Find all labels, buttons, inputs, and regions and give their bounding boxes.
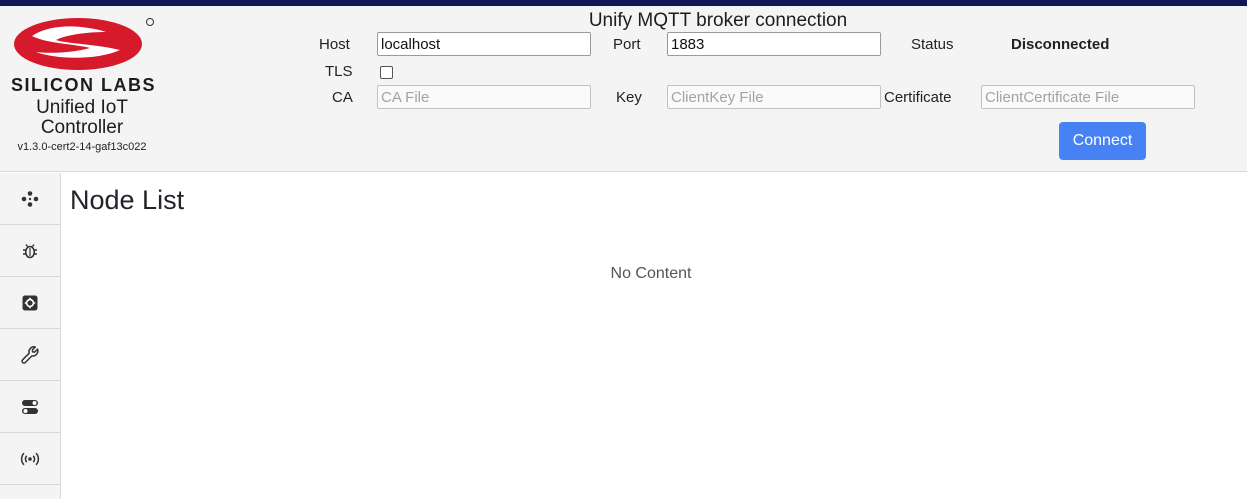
empty-state-text: No Content [610, 265, 692, 282]
tls-label: TLS [325, 63, 353, 80]
header: SILICON LABS Unified IoT Controller v1.3… [0, 6, 1247, 172]
sidebar-item-debug[interactable] [0, 225, 60, 277]
host-label: Host [319, 36, 350, 53]
port-input[interactable] [667, 32, 881, 56]
tls-checkbox[interactable] [380, 66, 393, 79]
wrench-icon [21, 345, 39, 364]
sidebar-item-broadcast[interactable] [0, 433, 60, 485]
sidebar-item-tools[interactable] [0, 329, 60, 381]
logo-text: SILICON LABS [11, 75, 156, 95]
status-label: Status [911, 36, 954, 53]
status-value: Disconnected [1011, 36, 1110, 53]
key-file-input[interactable] [667, 85, 881, 109]
sidebar-item-settings[interactable] [0, 277, 60, 329]
certificate-file-input[interactable] [981, 85, 1195, 109]
app-name: Unified IoT Controller [0, 98, 164, 138]
ca-label: CA [332, 89, 353, 106]
port-label: Port [613, 36, 641, 53]
app-version: v1.3.0-cert2-14-gaf13c022 [17, 141, 147, 153]
main-content: Node List No Content [61, 173, 1247, 499]
key-label: Key [616, 89, 642, 106]
silicon-labs-logo: SILICON LABS [11, 18, 156, 95]
network-nodes-icon [21, 190, 39, 207]
ca-file-input[interactable] [377, 85, 591, 109]
settings-gear-icon [22, 295, 38, 310]
app-name-line2: Controller [40, 117, 124, 138]
toggles-icon [22, 399, 38, 414]
sidebar-item-nodes[interactable] [0, 173, 60, 225]
certificate-label: Certificate [884, 89, 952, 106]
brand-panel: SILICON LABS Unified IoT Controller v1.3… [0, 6, 164, 172]
broadcast-icon [20, 452, 40, 465]
page-title: Node List [70, 185, 185, 215]
app-name-line1: Unified IoT [36, 97, 128, 118]
sidebar [0, 173, 61, 499]
connection-title: Unify MQTT broker connection [588, 10, 848, 31]
sidebar-item-toggles[interactable] [0, 381, 60, 433]
connect-button[interactable]: Connect [1059, 122, 1146, 160]
bug-icon [23, 243, 37, 258]
host-input[interactable] [377, 32, 591, 56]
